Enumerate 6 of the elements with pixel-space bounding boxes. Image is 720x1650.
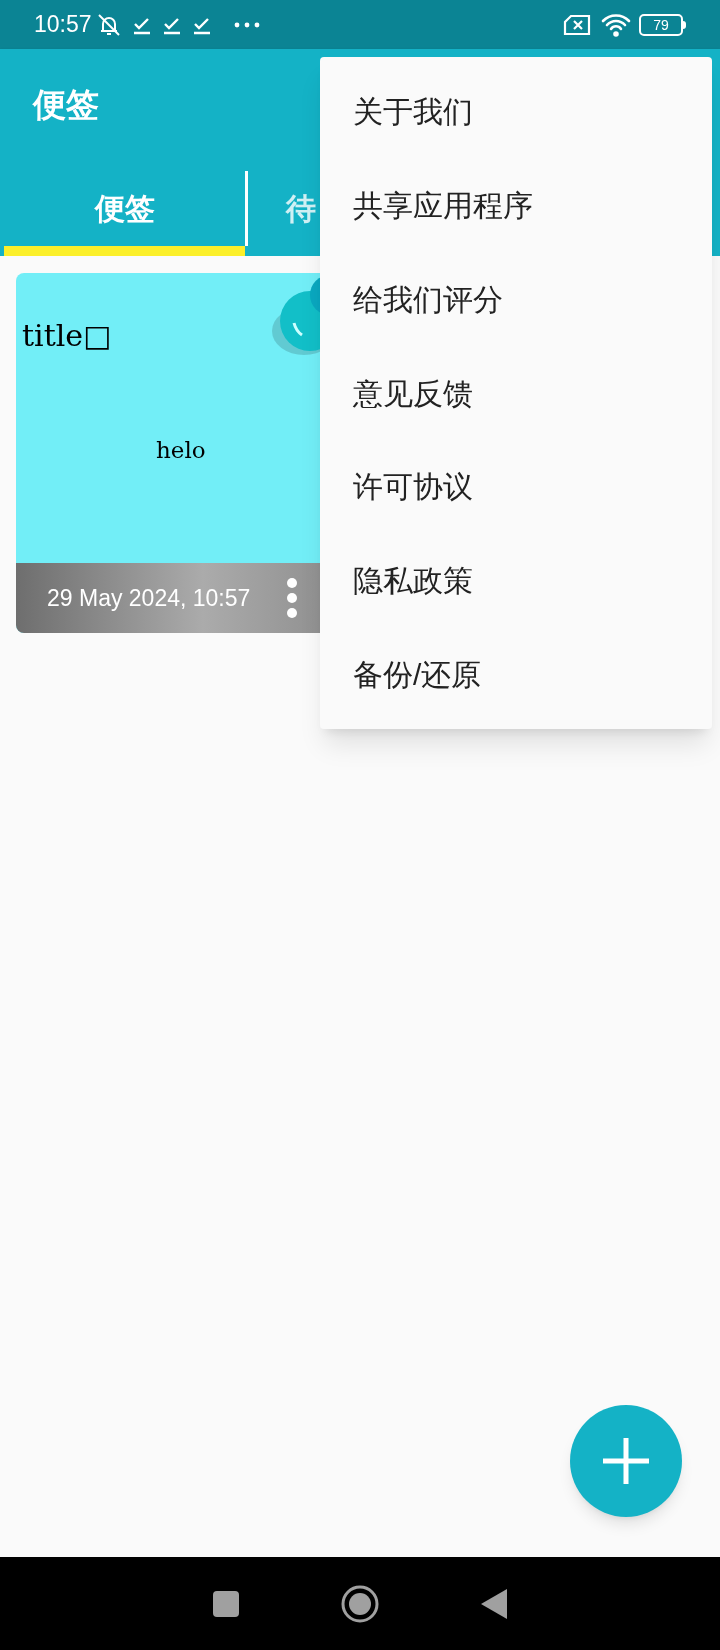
status-time: 10:57 [34, 10, 92, 40]
app-title: 便签 [33, 85, 99, 126]
note-title: title□ [22, 317, 112, 355]
note-date: 29 May 2024, 10:57 [47, 583, 251, 613]
battery-icon: 79 [639, 13, 686, 36]
note-body: helo [156, 436, 206, 465]
